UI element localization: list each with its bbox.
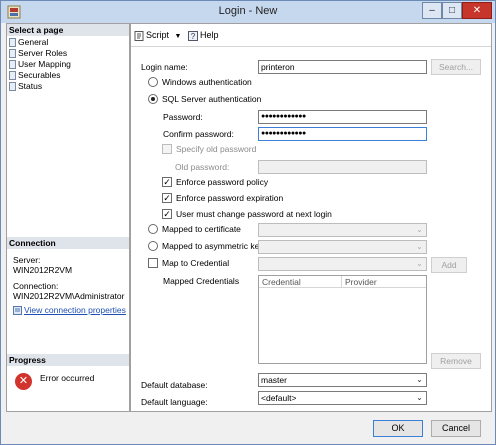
grid-column-header[interactable]: Credential — [259, 276, 342, 288]
old-password-input[interactable] — [258, 160, 427, 174]
help-icon: ? — [188, 30, 198, 41]
view-connection-properties[interactable]: View connection properties — [13, 305, 126, 316]
title-bar[interactable]: Login - New – □ ✕ — [1, 1, 495, 23]
nav-item-server-roles[interactable]: Server Roles — [9, 48, 67, 59]
chevron-down-icon: ⌄ — [416, 259, 423, 268]
connection-value: WIN2012R2VM\Administrator — [13, 291, 125, 301]
confirm-password-input[interactable]: ●●●●●●●●●●●● — [258, 127, 427, 141]
general-page-panel: Script ▼ ? Help Login name: printeron Sea… — [130, 23, 492, 412]
nav-label: Status — [18, 81, 43, 91]
default-database-select[interactable]: master ⌄ — [258, 373, 427, 387]
server-value: WIN2012R2VM — [13, 265, 73, 275]
enforce-expiration-checkbox[interactable]: ✓ — [162, 193, 172, 203]
server-label: Server: — [13, 255, 41, 265]
nav-label: Securables — [18, 70, 61, 80]
script-icon — [134, 30, 144, 41]
nav-label: General — [18, 37, 49, 47]
error-icon: ✕ — [15, 373, 32, 390]
svg-text:?: ? — [191, 32, 196, 41]
toolbar-separator — [131, 46, 491, 47]
password-label: Password: — [163, 112, 203, 122]
nav-label: Server Roles — [18, 48, 68, 58]
windows-auth-radio[interactable] — [148, 77, 158, 87]
add-credential-button[interactable]: Add — [431, 257, 467, 273]
grid-column-header[interactable]: Provider — [342, 276, 426, 288]
password-input[interactable]: ●●●●●●●●●●●● — [258, 110, 427, 124]
must-change-label: User must change password at next login — [176, 209, 332, 219]
properties-icon — [13, 306, 22, 316]
nav-item-status[interactable]: Status — [9, 81, 42, 92]
nav-item-securables[interactable]: Securables — [9, 70, 61, 81]
specify-old-password-label: Specify old password — [176, 144, 257, 154]
sql-auth-label: SQL Server authentication — [162, 94, 262, 104]
search-button[interactable]: Search... — [431, 59, 481, 75]
default-language-value: <default> — [261, 393, 297, 403]
mapped-asymmetric-key-radio[interactable] — [148, 241, 158, 251]
remove-credential-button[interactable]: Remove — [431, 353, 481, 369]
nav-item-general[interactable]: General — [9, 37, 48, 48]
mapped-certificate-label: Mapped to certificate — [162, 224, 241, 234]
windows-auth-label: Windows authentication — [162, 77, 252, 87]
must-change-checkbox[interactable]: ✓ — [162, 209, 172, 219]
view-connection-link[interactable]: View connection properties — [24, 305, 126, 315]
default-language-label: Default language: — [141, 397, 208, 407]
chevron-down-icon: ⌄ — [416, 393, 423, 402]
map-credential-checkbox[interactable] — [148, 258, 158, 268]
script-button[interactable]: Script ▼ — [134, 28, 181, 42]
nav-item-user-mapping[interactable]: User Mapping — [9, 59, 71, 70]
credential-select[interactable]: ⌄ — [258, 257, 427, 271]
left-pane: Select a page General Server Roles User … — [6, 23, 130, 412]
minimize-icon: – — [429, 5, 435, 16]
login-new-dialog: Login - New – □ ✕ Select a page General … — [0, 0, 496, 445]
mapped-credentials-grid[interactable]: Credential Provider — [258, 275, 427, 364]
mapped-certificate-radio[interactable] — [148, 224, 158, 234]
select-page-header: Select a page — [7, 24, 129, 36]
maximize-button[interactable]: □ — [442, 2, 462, 19]
default-database-value: master — [261, 375, 287, 385]
certificate-select[interactable]: ⌄ — [258, 223, 427, 237]
window-title: Login - New — [218, 5, 278, 17]
enforce-policy-checkbox[interactable]: ✓ — [162, 177, 172, 187]
chevron-down-icon: ⌄ — [416, 225, 423, 234]
maximize-icon: □ — [448, 5, 456, 16]
progress-status: Error occurred — [40, 373, 95, 383]
page-icon — [9, 82, 16, 92]
specify-old-password-checkbox[interactable] — [162, 144, 172, 154]
chevron-down-icon: ⌄ — [416, 242, 423, 251]
page-icon — [9, 60, 16, 70]
connection-label: Connection: — [13, 281, 59, 291]
confirm-password-label: Confirm password: — [163, 129, 234, 139]
chevron-down-icon: ⌄ — [416, 375, 423, 384]
cancel-button[interactable]: Cancel — [431, 420, 481, 437]
login-name-label: Login name: — [141, 62, 188, 72]
chevron-down-icon: ▼ — [174, 33, 182, 40]
sql-auth-radio[interactable] — [148, 94, 158, 104]
help-label: Help — [200, 30, 219, 40]
mapped-asymmetric-key-label: Mapped to asymmetric key — [162, 241, 264, 251]
help-button[interactable]: ? Help — [188, 28, 219, 42]
connection-header: Connection — [7, 237, 129, 249]
page-icon — [9, 49, 16, 59]
default-language-select[interactable]: <default> ⌄ — [258, 391, 427, 405]
close-button[interactable]: ✕ — [462, 2, 492, 19]
login-name-input[interactable]: printeron — [258, 60, 427, 74]
enforce-policy-label: Enforce password policy — [176, 177, 269, 187]
ok-button[interactable]: OK — [373, 420, 423, 437]
page-icon — [9, 38, 16, 48]
page-icon — [9, 71, 16, 81]
script-label: Script — [146, 30, 170, 40]
enforce-expiration-label: Enforce password expiration — [176, 193, 284, 203]
mapped-credentials-label: Mapped Credentials — [163, 276, 240, 286]
minimize-button[interactable]: – — [422, 2, 442, 19]
default-database-label: Default database: — [141, 380, 208, 390]
map-credential-label: Map to Credential — [162, 258, 230, 268]
old-password-label: Old password: — [175, 162, 230, 172]
progress-header: Progress — [7, 354, 129, 366]
nav-label: User Mapping — [18, 59, 71, 69]
close-icon: ✕ — [472, 5, 482, 16]
asymmetric-key-select[interactable]: ⌄ — [258, 240, 427, 254]
